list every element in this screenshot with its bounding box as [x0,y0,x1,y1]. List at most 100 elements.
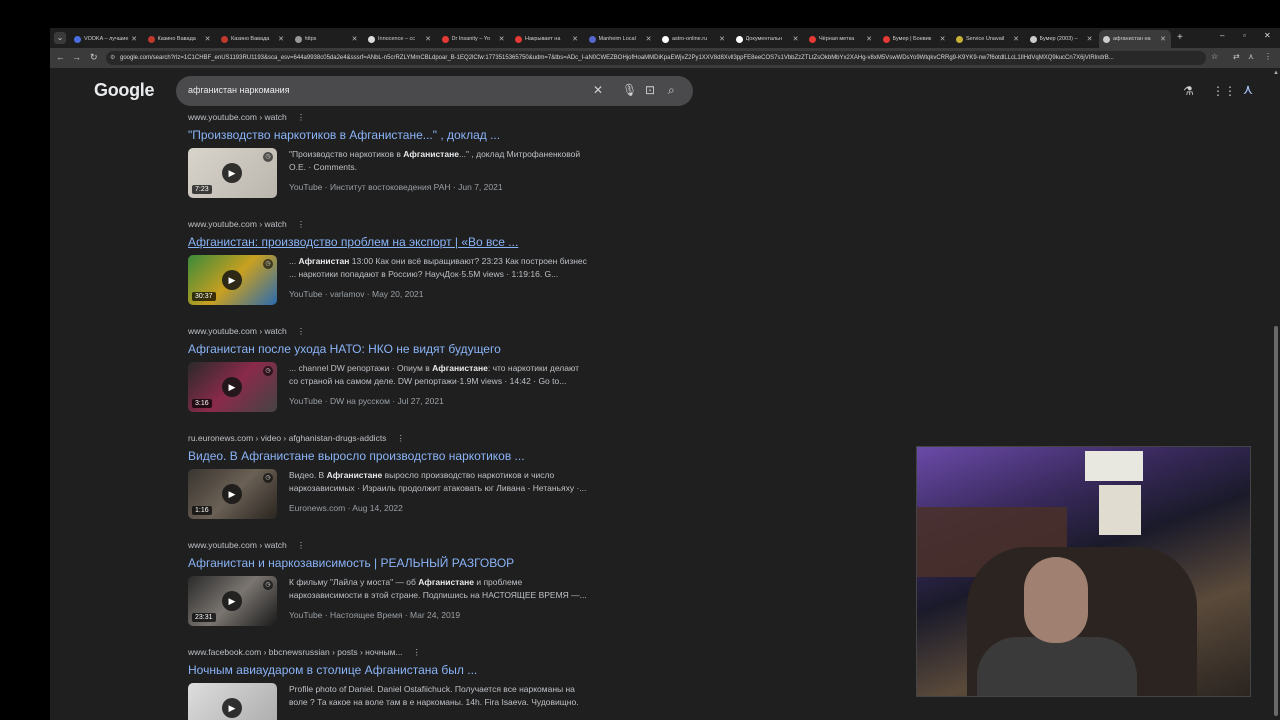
minimize-icon[interactable]: – [1220,31,1224,40]
result-url[interactable]: www.facebook.com › bbcnewsrussian › post… [188,647,588,659]
browser-tab[interactable]: Service Unavail ✕ [952,30,1024,48]
result-title-link[interactable]: Афганистан и наркозависимость | РЕАЛЬНЫЙ… [188,556,588,570]
tab-close-icon[interactable]: ✕ [718,35,726,43]
profile-icon[interactable]: ⋏ [1248,52,1254,61]
result-more-icon[interactable]: ⋮ [396,433,405,443]
close-window-icon[interactable]: ✕ [1264,31,1271,40]
tab-label: Казино Вавада [157,36,196,42]
video-duration: 1:16 [192,506,212,515]
tab-close-icon[interactable]: ✕ [1012,35,1020,43]
tab-close-icon[interactable]: ✕ [424,35,432,43]
new-tab-button[interactable]: + [1177,32,1183,43]
search-input[interactable]: афганистан наркомания [188,85,290,95]
browser-tab[interactable]: Чёрная метка ✕ [805,30,877,48]
tab-close-icon[interactable]: ✕ [939,35,947,43]
result-title-link[interactable]: Афганистан: производство проблем на эксп… [188,235,588,249]
browser-tab[interactable]: Innocence – cc ✕ [364,30,436,48]
back-icon[interactable]: ← [56,52,65,62]
browser-tab[interactable]: Казино Вавада ✕ [144,30,216,48]
result-title-link[interactable]: Ночным авиаударом в столице Афганистана … [188,663,588,677]
watch-later-icon[interactable]: ◷ [263,473,273,483]
browser-tab[interactable]: Казино Вавада ✕ [217,30,289,48]
address-toolbar: ← → ↻ ⚙ google.com/search?rlz=1C1CHBF_en… [50,48,1280,68]
result-url[interactable]: www.youtube.com › watch ⋮ [188,540,588,552]
video-thumbnail[interactable]: ▶ 23:31 ◷ [188,576,277,626]
result-url[interactable]: ru.euronews.com › video › afghanistan-dr… [188,433,588,445]
tab-favicon-icon [1103,35,1110,43]
browser-tab[interactable]: Manheim Local ✕ [585,30,657,48]
voice-search-icon[interactable]: 🎙 [622,83,637,97]
browser-tab[interactable]: VODKA – лучшие ✕ [70,30,142,48]
tab-close-icon[interactable]: ✕ [204,35,212,43]
tab-close-icon[interactable]: ✕ [1159,35,1167,43]
video-thumbnail[interactable]: ▶ 3:16 ◷ [188,362,277,412]
google-logo[interactable]: Google [94,80,155,101]
tab-favicon-icon [588,35,596,43]
tab-favicon-icon [74,35,81,43]
scrollbar-thumb[interactable] [1274,326,1278,716]
address-bar[interactable]: ⚙ google.com/search?rlz=1C1CHBF_enUS1193… [106,51,1206,65]
tab-favicon-icon [441,35,449,43]
browser-tab[interactable]: Документальн ✕ [732,30,804,48]
watch-later-icon[interactable]: ◷ [263,259,273,269]
tab-close-icon[interactable]: ✕ [130,35,138,43]
tab-close-icon[interactable]: ✕ [498,35,506,43]
tab-label: Документальн [745,36,783,42]
clear-search-icon[interactable]: ✕ [593,83,603,97]
tab-label: Innocence – cc [378,36,415,42]
search-box[interactable]: афганистан наркомания ✕ 🎙 ⊡ ⌕ [176,76,693,106]
watch-later-icon[interactable]: ◷ [263,366,273,376]
watch-later-icon[interactable]: ◷ [263,152,273,162]
tab-close-icon[interactable]: ✕ [1086,35,1094,43]
tab-close-icon[interactable]: ✕ [865,35,873,43]
result-url[interactable]: www.youtube.com › watch ⋮ [188,326,588,338]
tab-close-icon[interactable]: ✕ [277,35,285,43]
lens-search-icon[interactable]: ⊡ [645,83,655,97]
result-source: YouTube · varlamov · May 20, 2021 [289,289,424,299]
result-title-link[interactable]: Видео. В Афганистане выросло производств… [188,449,588,463]
extensions-icon[interactable]: ⇄ [1233,52,1240,61]
browser-tab[interactable]: афганистан на ✕ [1099,30,1171,48]
result-more-icon[interactable]: ⋮ [297,540,306,550]
reload-icon[interactable]: ↻ [90,52,98,63]
forward-icon[interactable]: → [72,52,81,62]
tab-search-button[interactable]: ⌄ [54,32,66,44]
video-duration: 7:23 [192,185,212,194]
result-more-icon[interactable]: ⋮ [297,326,306,336]
video-thumbnail[interactable]: ▶ 30:37 ◷ [188,255,277,305]
tab-close-icon[interactable]: ✕ [351,35,359,43]
result-more-icon[interactable]: ⋮ [297,219,306,229]
browser-tab[interactable]: Dr Insanity – Yo ✕ [438,30,510,48]
bookmark-star-icon[interactable]: ☆ [1211,52,1218,61]
result-url[interactable]: www.youtube.com › watch ⋮ [188,112,588,124]
result-title-link[interactable]: Афганистан после ухода НАТО: НКО не видя… [188,342,588,356]
page-scrollbar[interactable]: ▲ [1272,68,1280,720]
tab-label: astro-online.ru [672,36,708,42]
browser-tab[interactable]: https ✕ [291,30,363,48]
video-thumbnail[interactable]: ▶ [188,683,277,720]
tab-close-icon[interactable]: ✕ [571,35,579,43]
result-more-icon[interactable]: ⋮ [413,647,422,657]
result-source: YouTube · Институт востоковедения РАН · … [289,182,503,192]
account-avatar[interactable]: ⋏ [1238,81,1258,101]
browser-tab[interactable]: Бумер | Боевик ✕ [879,30,951,48]
site-info-icon[interactable]: ⚙ [110,51,115,65]
tab-label: Dr Insanity – Yo [451,36,491,42]
browser-tab[interactable]: Накрывает на ✕ [511,30,583,48]
labs-flask-icon[interactable]: ⚗ [1183,84,1194,98]
result-title-link[interactable]: "Производство наркотиков в Афганистане..… [188,128,588,142]
apps-grid-icon[interactable]: ⋮⋮ [1212,84,1236,98]
search-submit-icon[interactable]: ⌕ [668,83,675,98]
browser-tab[interactable]: astro-online.ru ✕ [658,30,730,48]
video-thumbnail[interactable]: ▶ 7:23 ◷ [188,148,277,198]
video-thumbnail[interactable]: ▶ 1:16 ◷ [188,469,277,519]
maximize-icon[interactable]: ▫ [1243,31,1246,40]
browser-tab[interactable]: Бумер (2003) – ✕ [1026,30,1098,48]
result-url[interactable]: www.youtube.com › watch ⋮ [188,219,588,231]
tab-close-icon[interactable]: ✕ [645,35,653,43]
watch-later-icon[interactable]: ◷ [263,580,273,590]
result-more-icon[interactable]: ⋮ [297,112,306,122]
tab-close-icon[interactable]: ✕ [792,35,800,43]
tab-label: Накрывает на [525,36,561,42]
menu-icon[interactable]: ⋮ [1264,52,1272,61]
